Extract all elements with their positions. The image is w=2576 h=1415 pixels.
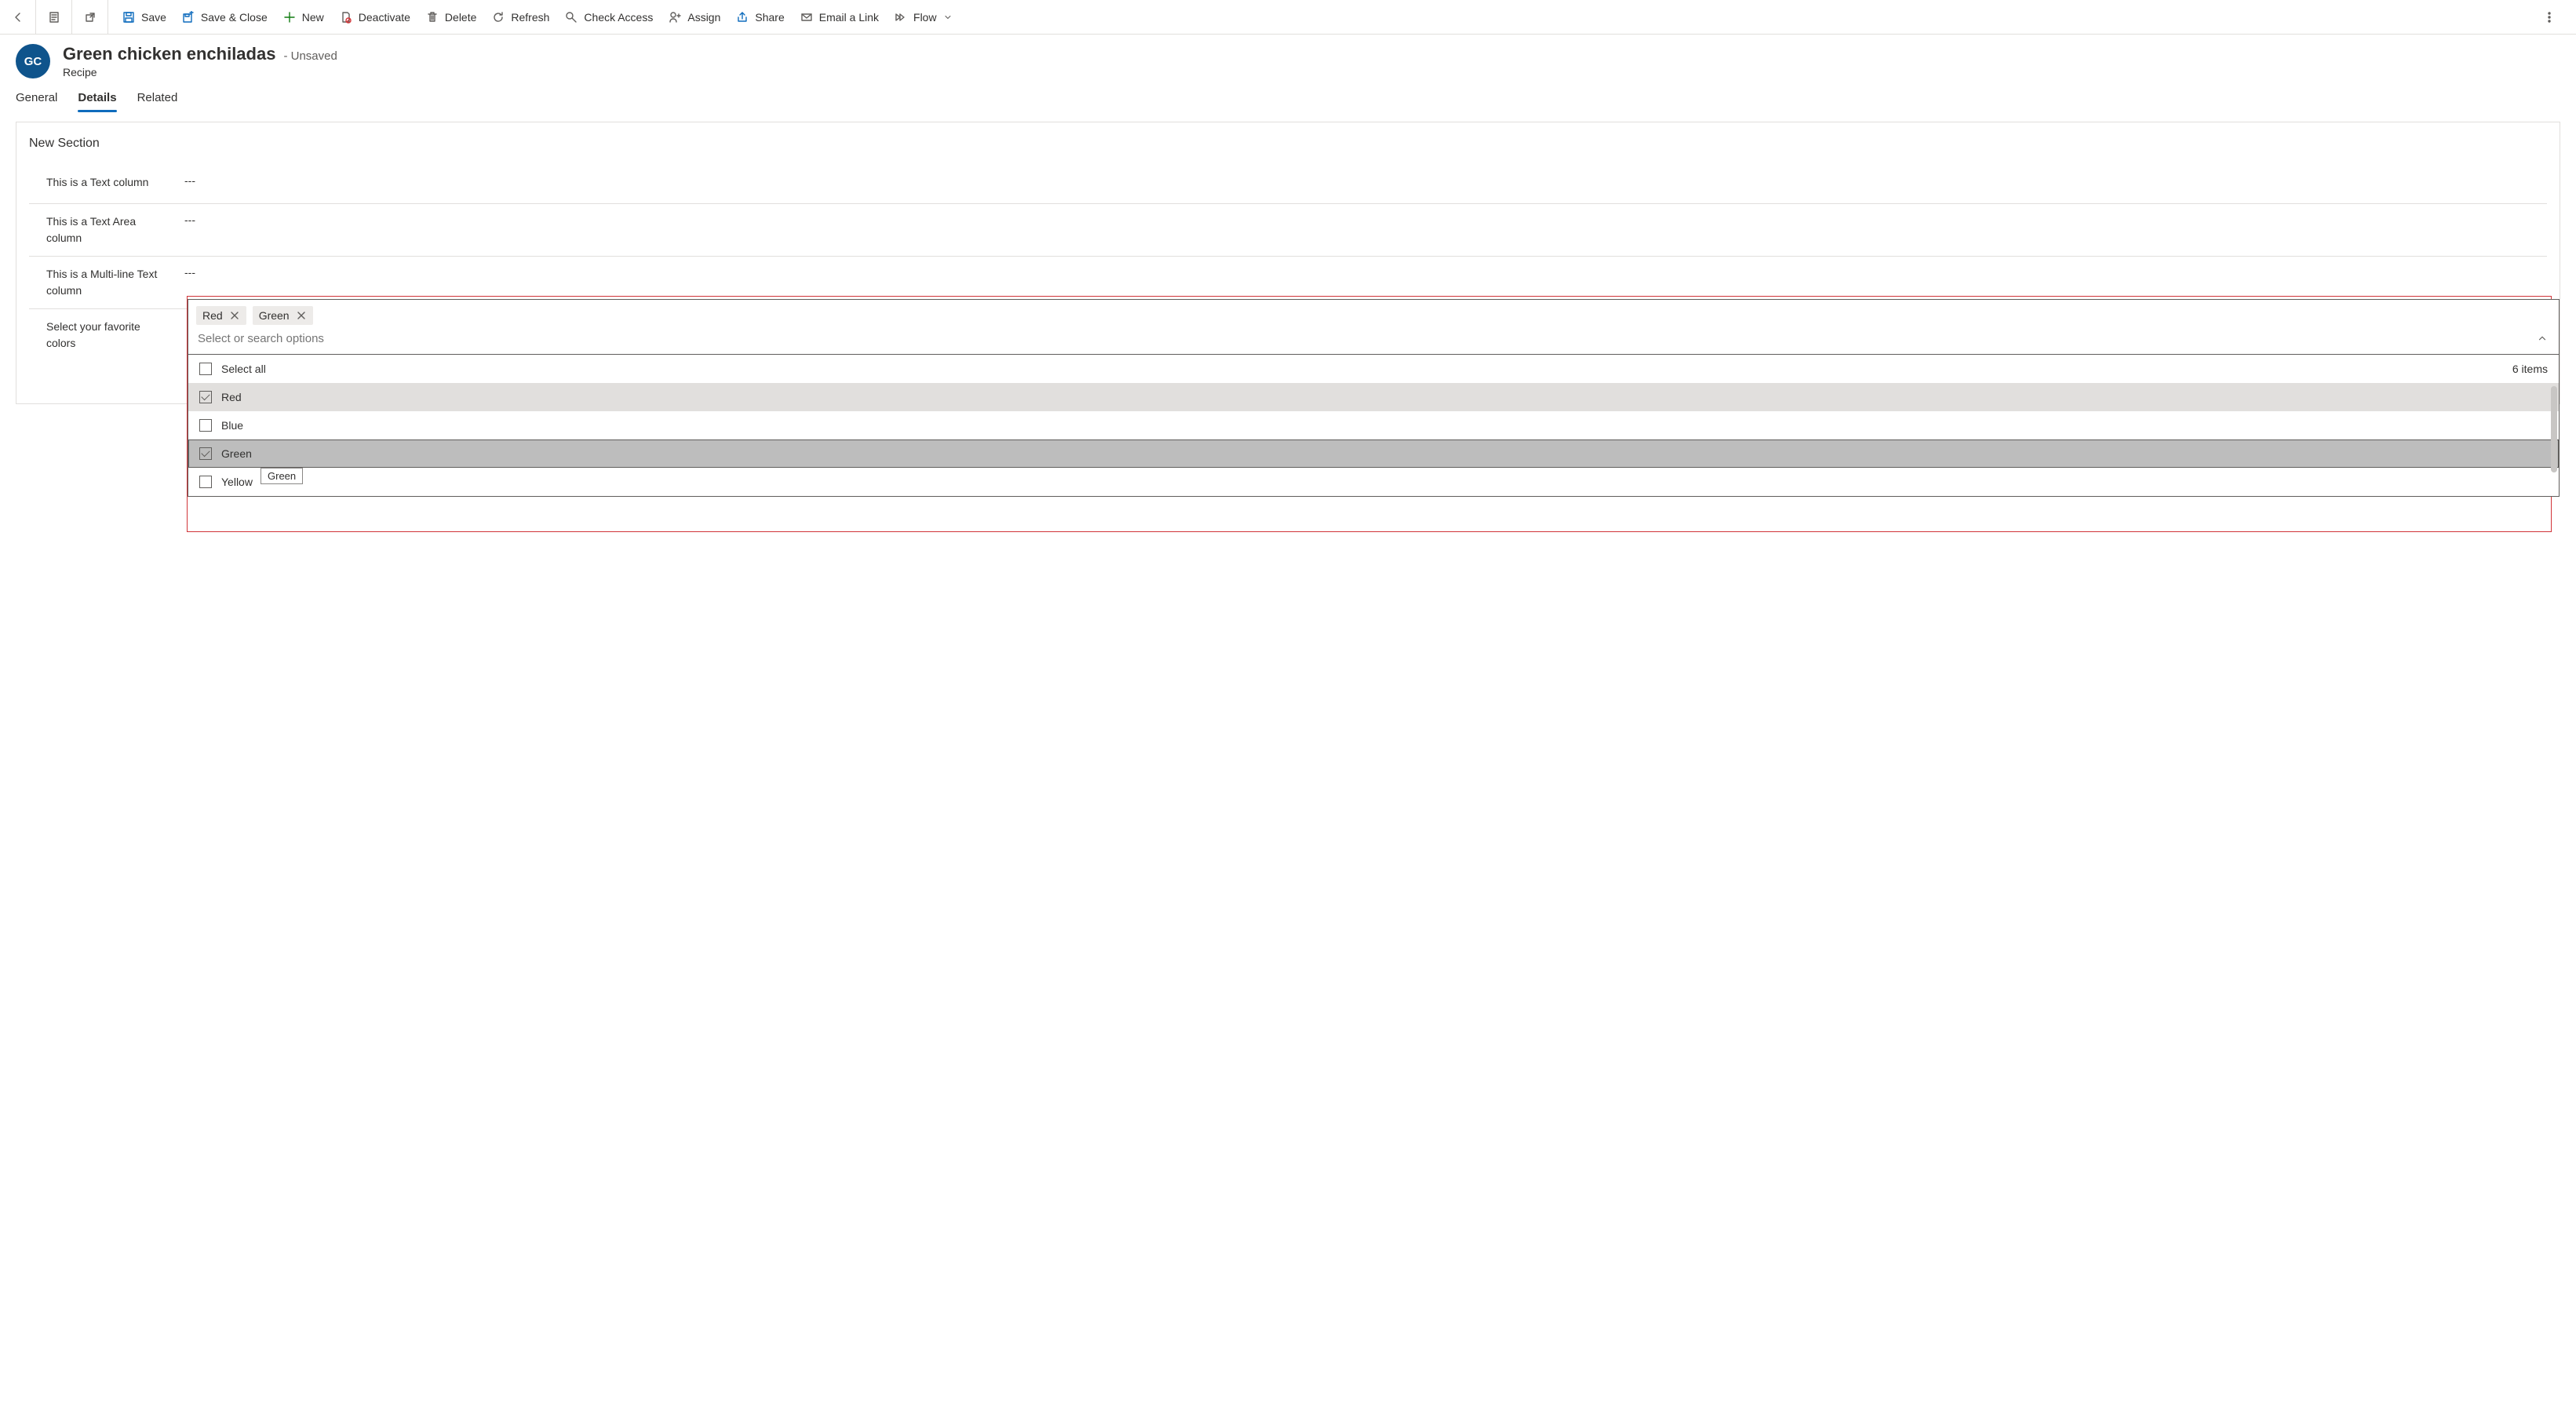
option-green[interactable]: Green — [188, 439, 2559, 468]
command-list: Save Save & Close New Deactivate Delete … — [108, 0, 2576, 34]
flow-button[interactable]: Flow — [894, 11, 953, 24]
chip-green: Green — [253, 306, 313, 325]
refresh-icon — [492, 11, 505, 24]
command-bar: Save Save & Close New Deactivate Delete … — [0, 0, 2576, 35]
assign-icon — [669, 11, 681, 24]
item-count: 6 items — [2512, 363, 2548, 375]
chevron-up-icon — [2537, 333, 2548, 344]
share-label: Share — [755, 11, 784, 24]
record-header: GC Green chicken enchiladas - Unsaved Re… — [16, 44, 2560, 78]
select-all-label[interactable]: Select all — [221, 363, 266, 375]
option-green-checkbox[interactable] — [199, 447, 212, 460]
record-status: - Unsaved — [283, 49, 337, 63]
section-title: New Section — [29, 137, 2547, 151]
tab-related[interactable]: Related — [137, 86, 178, 112]
trash-icon — [426, 11, 439, 24]
save-icon — [122, 11, 135, 24]
close-icon — [230, 311, 239, 320]
popout-icon — [84, 11, 97, 24]
save-close-button[interactable]: Save & Close — [182, 11, 268, 24]
email-link-label: Email a Link — [819, 11, 879, 24]
chip-red-remove[interactable] — [229, 310, 240, 321]
delete-label: Delete — [445, 11, 476, 24]
share-icon — [736, 11, 749, 24]
combo-scrollbar[interactable] — [2551, 386, 2557, 472]
field-text-value[interactable]: --- — [178, 174, 2547, 187]
popout-button[interactable] — [72, 0, 108, 34]
assign-label: Assign — [687, 11, 720, 24]
option-yellow[interactable]: Yellow Green — [188, 468, 2559, 496]
check-access-button[interactable]: Check Access — [565, 11, 653, 24]
flow-label: Flow — [913, 11, 937, 24]
page-icon — [48, 11, 60, 24]
multiselect-combo[interactable]: Red Green — [188, 299, 2560, 497]
mail-icon — [800, 11, 813, 24]
form-selector-button[interactable] — [36, 0, 72, 34]
new-button[interactable]: New — [283, 11, 324, 24]
combo-dropdown-list: Select all 6 items Red Blue Green — [188, 354, 2559, 496]
field-text-area-value[interactable]: --- — [178, 213, 2547, 226]
option-blue-checkbox[interactable] — [199, 419, 212, 432]
flow-icon — [894, 11, 907, 24]
combo-toggle[interactable] — [2537, 333, 2549, 345]
key-search-icon — [565, 11, 578, 24]
share-button[interactable]: Share — [736, 11, 784, 24]
deactivate-button[interactable]: Deactivate — [340, 11, 410, 24]
new-label: New — [302, 11, 324, 24]
refresh-button[interactable]: Refresh — [492, 11, 549, 24]
save-close-label: Save & Close — [201, 11, 268, 24]
save-close-icon — [182, 11, 195, 24]
record-entity: Recipe — [63, 66, 337, 78]
combo-search-input[interactable] — [196, 331, 2537, 346]
tooltip-green: Green — [261, 468, 303, 484]
option-yellow-checkbox[interactable] — [199, 476, 212, 488]
tab-general[interactable]: General — [16, 86, 57, 112]
record-title: Green chicken enchiladas — [63, 44, 275, 64]
delete-button[interactable]: Delete — [426, 11, 476, 24]
option-blue[interactable]: Blue — [188, 411, 2559, 439]
save-label: Save — [141, 11, 166, 24]
field-text-column: This is a Text column --- — [29, 165, 2547, 204]
option-red[interactable]: Red — [188, 383, 2559, 411]
tab-details[interactable]: Details — [78, 86, 116, 112]
field-multiline-value[interactable]: --- — [178, 266, 2547, 279]
field-text-area-column: This is a Text Area column --- — [29, 204, 2547, 257]
chevron-down-icon — [943, 13, 953, 22]
refresh-label: Refresh — [511, 11, 549, 24]
assign-button[interactable]: Assign — [669, 11, 720, 24]
chip-green-remove[interactable] — [296, 310, 307, 321]
close-icon — [297, 311, 306, 320]
overflow-menu-button[interactable] — [2537, 11, 2562, 24]
deactivate-icon — [340, 11, 352, 24]
check-access-label: Check Access — [584, 11, 653, 24]
save-button[interactable]: Save — [122, 11, 166, 24]
form-tabs: General Details Related — [16, 86, 2560, 112]
form-section-card: New Section This is a Text column --- Th… — [16, 122, 2560, 404]
more-vertical-icon — [2543, 11, 2556, 24]
avatar: GC — [16, 44, 50, 78]
back-button[interactable] — [0, 0, 36, 34]
option-red-checkbox[interactable] — [199, 391, 212, 403]
deactivate-label: Deactivate — [359, 11, 410, 24]
chip-red: Red — [196, 306, 246, 325]
email-link-button[interactable]: Email a Link — [800, 11, 879, 24]
plus-icon — [283, 11, 296, 24]
selected-chips: Red Green — [188, 300, 2559, 328]
arrow-left-icon — [12, 11, 24, 24]
select-all-checkbox[interactable] — [199, 363, 212, 375]
